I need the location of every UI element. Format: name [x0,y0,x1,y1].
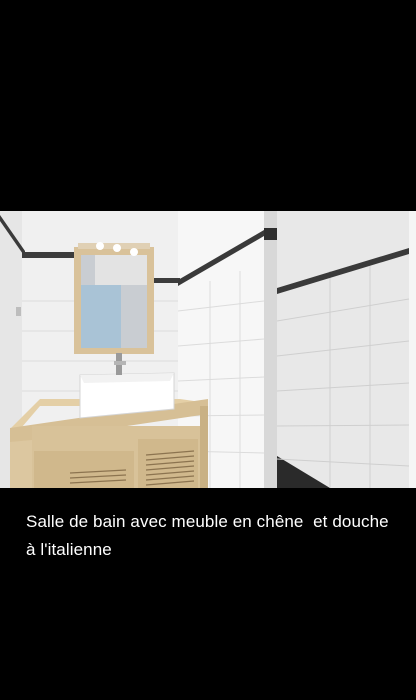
bathroom-photo[interactable] [0,211,416,488]
photo-caption: Salle de bain avec meuble en chêne et do… [26,512,394,559]
bathroom-image [0,211,416,488]
